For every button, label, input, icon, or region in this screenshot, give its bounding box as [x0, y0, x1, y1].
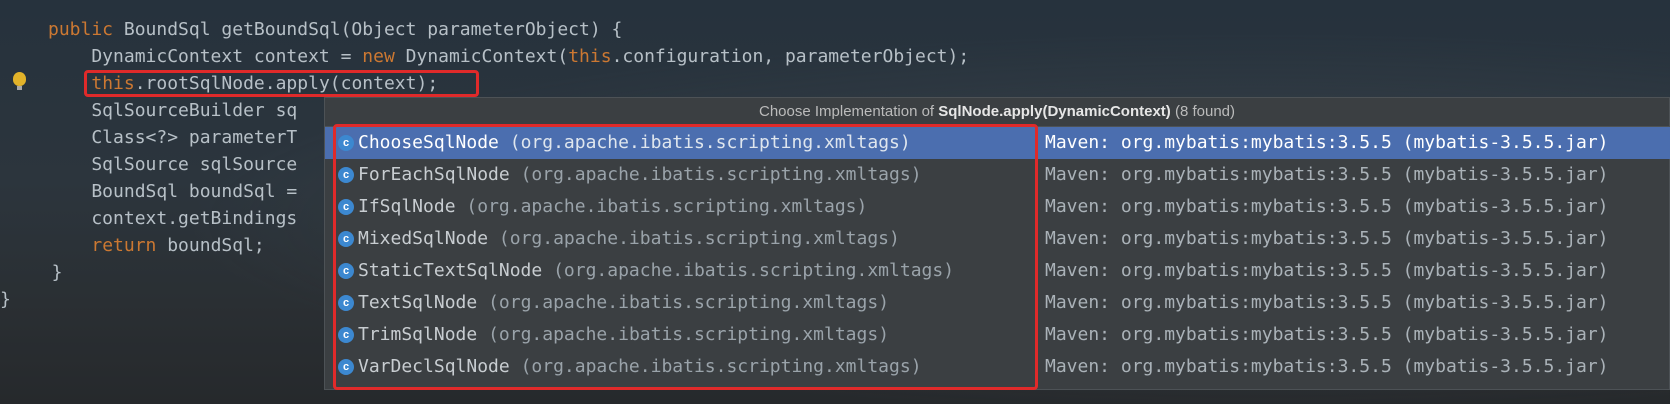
code-text: DynamicContext context =	[48, 46, 363, 67]
code-line-10[interactable]: }	[0, 259, 63, 286]
code-line-9[interactable]: return boundSql;	[0, 232, 265, 259]
code-text: SqlSourceBuilder sq	[48, 100, 298, 121]
code-text: Class<?> parameterT	[48, 127, 298, 148]
code-line-7[interactable]: BoundSql boundSql =	[0, 178, 297, 205]
library-location: Maven: org.mybatis:mybatis:3.5.5 (mybati…	[1045, 324, 1609, 345]
library-location: Maven: org.mybatis:mybatis:3.5.5 (mybati…	[1045, 196, 1609, 217]
code-text: DynamicContext(	[405, 46, 569, 67]
lightbulb-icon[interactable]	[13, 72, 26, 90]
popup-title: Choose Implementation of SqlNode.apply(D…	[325, 98, 1669, 127]
popup-title-prefix: Choose Implementation of	[758, 103, 939, 120]
code-line-5[interactable]: Class<?> parameterT	[0, 124, 297, 151]
library-location: Maven: org.mybatis:mybatis:3.5.5 (mybati…	[1045, 164, 1609, 185]
closing-brace: }	[0, 289, 11, 310]
keyword-new: new	[362, 46, 406, 67]
code-line-4[interactable]: SqlSourceBuilder sq	[0, 97, 297, 124]
code-text: boundSql;	[167, 235, 265, 256]
library-location: Maven: org.mybatis:mybatis:3.5.5 (mybati…	[1045, 292, 1609, 313]
code-line-1[interactable]: public BoundSql getBoundSql(Object param…	[0, 16, 622, 43]
code-line-6[interactable]: SqlSource sqlSource	[0, 151, 297, 178]
code-text: context.getBindings	[48, 208, 298, 229]
keyword-public: public	[48, 19, 124, 40]
library-location: Maven: org.mybatis:mybatis:3.5.5 (mybati…	[1045, 356, 1609, 377]
closing-brace: }	[30, 262, 63, 283]
library-location: Maven: org.mybatis:mybatis:3.5.5 (mybati…	[1045, 228, 1609, 249]
code-line-8[interactable]: context.getBindings	[0, 205, 297, 232]
method-signature: BoundSql getBoundSql(Object parameterObj…	[123, 19, 623, 40]
keyword-this: this	[568, 46, 612, 67]
popup-title-count: (8 found)	[1170, 103, 1236, 120]
popup-title-method: SqlNode.apply(DynamicContext)	[938, 103, 1171, 120]
code-line-2[interactable]: DynamicContext context = new DynamicCont…	[0, 43, 969, 70]
keyword-return: return	[91, 235, 168, 256]
code-text: SqlSource sqlSource	[48, 154, 298, 175]
code-text: BoundSql boundSql =	[48, 181, 298, 202]
code-text: .configuration, parameterObject);	[611, 46, 970, 67]
annotation-highlight-box	[84, 70, 479, 97]
annotation-list-box	[333, 124, 1038, 390]
library-location: Maven: org.mybatis:mybatis:3.5.5 (mybati…	[1045, 260, 1609, 281]
library-location: Maven: org.mybatis:mybatis:3.5.5 (mybati…	[1045, 132, 1609, 153]
code-line-11[interactable]: }	[0, 286, 11, 313]
